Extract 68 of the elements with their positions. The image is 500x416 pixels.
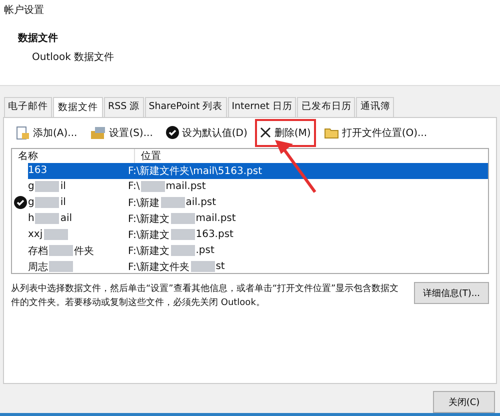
description-text: 从列表中选择数据文件，然后单击“设置”查看其他信息，或者单击“打开文件位置”显示包含数据文件的文件夹。若要移动或复制这些文件，必须先关闭 Outlook。 xyxy=(11,282,400,310)
cell-text: F:\新建文件夹 xyxy=(128,260,190,274)
redaction-blur xyxy=(140,181,165,192)
tab[interactable]: 通讯簿 xyxy=(356,96,394,117)
arrow-annotation xyxy=(273,138,317,194)
folder-icon xyxy=(90,126,106,140)
cell-text: g xyxy=(28,181,34,192)
cell-text: 163 xyxy=(28,165,48,176)
redaction-blur xyxy=(44,229,68,240)
redaction-blur xyxy=(49,261,73,272)
cell-text: st xyxy=(216,261,225,272)
section-title: 数据文件 xyxy=(18,32,59,45)
toolbar-button[interactable]: 添加(A)... xyxy=(11,122,82,144)
redaction-blur xyxy=(35,197,60,208)
cell-text: F:\ xyxy=(128,181,140,192)
tab[interactable]: Internet 日历 xyxy=(228,96,296,117)
redaction-blur xyxy=(170,213,195,224)
close-button[interactable]: 关闭(C) xyxy=(433,391,495,413)
folder-icon xyxy=(324,126,339,139)
list-row[interactable]: 周志 F:\新建文件夹 st xyxy=(12,258,488,275)
window-title: 帐户设置 xyxy=(0,0,500,17)
tab[interactable]: 数据文件 xyxy=(53,96,103,117)
list-row[interactable]: h ail F:\新建文 mail.pst xyxy=(12,210,488,227)
cell-text: il xyxy=(60,181,66,192)
tab[interactable]: SharePoint 列表 xyxy=(144,96,227,117)
column-header[interactable]: 位置 xyxy=(135,148,161,163)
redaction-blur xyxy=(160,197,185,208)
x-icon xyxy=(260,127,272,138)
redaction-blur xyxy=(35,181,60,192)
redaction-blur xyxy=(190,261,215,272)
cell-text: ail xyxy=(60,213,72,224)
list-row[interactable]: g il F:\ mail.pst xyxy=(12,178,488,195)
toolbar-button[interactable]: 打开文件位置(O)... xyxy=(318,122,432,144)
cell-text: il xyxy=(60,197,66,208)
cell-text: 周志 xyxy=(28,260,48,274)
list-row[interactable]: 存档 件夹 F:\新建文 .pst xyxy=(12,242,488,259)
file-add-icon xyxy=(16,126,30,140)
cell-text: F:\新建文 xyxy=(128,228,170,242)
redaction-blur xyxy=(170,245,195,256)
cell-text: 件夹 xyxy=(74,244,94,258)
redaction-blur xyxy=(49,245,73,256)
cell-text: h xyxy=(28,213,34,224)
cell-text: F:\新建文 xyxy=(128,212,170,226)
cell-text: g xyxy=(28,197,34,208)
list-row[interactable]: g il F:\新建 ail.pst xyxy=(12,194,488,211)
cell-text: F:\新建 xyxy=(128,196,160,210)
toolbar-button[interactable]: 设置(S)... xyxy=(85,122,158,144)
selected-row[interactable]: 163 F:\新建文件夹\mail\5163.pst xyxy=(28,162,488,179)
check-circle-icon xyxy=(166,126,179,140)
tab[interactable]: 电子邮件 xyxy=(4,96,52,117)
redaction-blur xyxy=(170,229,195,240)
tab[interactable]: 已发布日历 xyxy=(297,96,356,117)
toolbar-button[interactable]: 设为默认值(D) xyxy=(160,122,252,144)
section-subtitle: Outlook 数据文件 xyxy=(31,50,116,64)
cell-text: 163.pst xyxy=(196,229,234,240)
cell-text: .pst xyxy=(196,245,214,256)
redaction-blur xyxy=(35,213,60,224)
cell-text: F:\新建文 xyxy=(128,244,170,258)
cell-text: xxj xyxy=(28,229,43,240)
cell-text: F:\新建文件夹\mail\5163.pst xyxy=(128,164,262,178)
cell-text: 存档 xyxy=(28,244,48,258)
tab[interactable]: RSS 源 xyxy=(104,96,144,117)
cell-text: ail.pst xyxy=(186,197,216,208)
list-row[interactable]: xxj F:\新建文 163.pst xyxy=(12,226,488,243)
cell-text: mail.pst xyxy=(196,213,236,224)
toolbar-button[interactable]: 删除(M) xyxy=(255,118,316,147)
details-button[interactable]: 详细信息(T)... xyxy=(414,282,489,304)
cell-text: mail.pst xyxy=(166,181,206,192)
